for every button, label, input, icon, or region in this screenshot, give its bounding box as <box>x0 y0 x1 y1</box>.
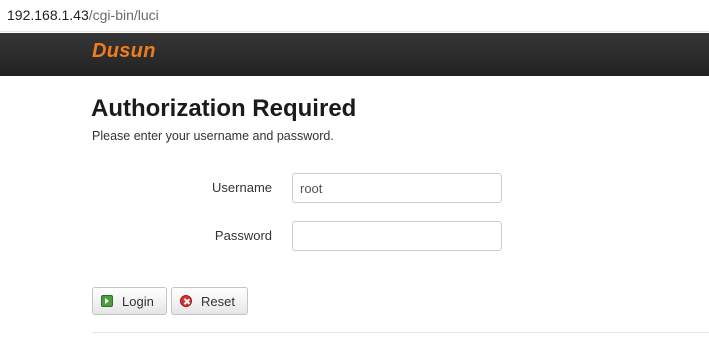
username-input[interactable] <box>292 173 502 203</box>
url-path: /cgi-bin/luci <box>88 7 159 23</box>
page-title: Authorization Required <box>91 95 357 122</box>
reset-button[interactable]: Reset <box>171 287 248 315</box>
reset-icon <box>180 295 192 307</box>
page-subtitle: Please enter your username and password. <box>92 129 334 143</box>
brand-logo[interactable]: Dusun <box>92 39 156 63</box>
password-input[interactable] <box>292 221 502 251</box>
login-icon <box>101 295 113 307</box>
url-text[interactable]: 192.168.1.43/cgi-bin/luci <box>7 7 159 23</box>
login-button[interactable]: Login <box>92 287 167 315</box>
username-label: Username <box>212 180 272 195</box>
password-label: Password <box>214 228 272 243</box>
login-button-label: Login <box>122 294 154 309</box>
reset-button-label: Reset <box>201 294 235 309</box>
address-bar[interactable]: 192.168.1.43/cgi-bin/luci <box>0 0 709 32</box>
url-host: 192.168.1.43 <box>7 7 89 23</box>
footer-divider <box>92 332 709 333</box>
top-header-bar: Dusun <box>0 33 709 76</box>
